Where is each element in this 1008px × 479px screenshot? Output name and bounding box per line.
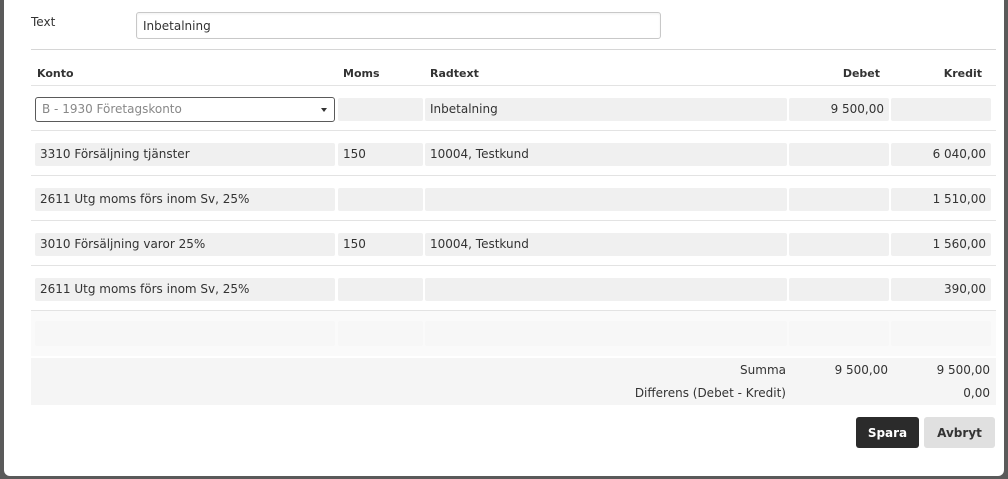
table-row: 2611 Utg moms förs inom Sv, 25% 1 510,00 [31, 176, 996, 221]
moms-field[interactable]: 150 [338, 143, 423, 166]
voucher-rows-grid: Konto Moms Radtext Debet Kredit B - 1930… [31, 62, 996, 356]
table-row: 2611 Utg moms förs inom Sv, 25% 390,00 [31, 266, 996, 311]
column-header-debet: Debet [842, 67, 880, 80]
differens-label: Differens (Debet - Kredit) [634, 386, 786, 400]
divider [31, 49, 996, 50]
kredit-field[interactable]: 1 560,00 [891, 233, 991, 256]
chevron-down-icon [321, 108, 327, 112]
summa-debet-value: 9 500,00 [834, 363, 888, 377]
konto-select[interactable]: B - 1930 Företagskonto [35, 97, 335, 122]
kredit-field[interactable] [891, 98, 991, 121]
summary-panel: Summa 9 500,00 9 500,00 Differens (Debet… [31, 358, 996, 405]
column-header-moms: Moms [343, 67, 380, 80]
radtext-field[interactable] [425, 188, 787, 211]
kredit-field[interactable]: 6 040,00 [891, 143, 991, 166]
debet-field[interactable] [789, 233, 889, 256]
table-row: 3010 Försäljning varor 25% 150 10004, Te… [31, 221, 996, 266]
debet-field[interactable] [789, 321, 889, 346]
konto-field[interactable]: 2611 Utg moms förs inom Sv, 25% [35, 188, 335, 211]
moms-field[interactable] [338, 321, 423, 346]
radtext-field[interactable]: 10004, Testkund [425, 143, 787, 166]
summa-kredit-value: 9 500,00 [936, 363, 990, 377]
radtext-field[interactable] [425, 321, 787, 346]
debet-field[interactable]: 9 500,00 [789, 98, 889, 121]
text-row: Text [4, 0, 1004, 48]
konto-field[interactable]: 2611 Utg moms förs inom Sv, 25% [35, 278, 335, 301]
text-label: Text [31, 15, 56, 29]
moms-field[interactable] [338, 278, 423, 301]
kredit-field[interactable] [891, 321, 991, 346]
moms-field[interactable]: 150 [338, 233, 423, 256]
moms-field[interactable] [338, 188, 423, 211]
grid-header: Konto Moms Radtext Debet Kredit [31, 62, 996, 86]
kredit-field[interactable]: 390,00 [891, 278, 991, 301]
voucher-dialog: Text Konto Moms Radtext Debet Kredit B -… [4, 0, 1004, 476]
debet-field[interactable] [789, 188, 889, 211]
summa-row: Summa 9 500,00 9 500,00 [31, 361, 996, 381]
debet-field[interactable] [789, 143, 889, 166]
column-header-radtext: Radtext [430, 67, 479, 80]
konto-field[interactable]: 3010 Försäljning varor 25% [35, 233, 335, 256]
radtext-field[interactable]: 10004, Testkund [425, 233, 787, 256]
cancel-button[interactable]: Avbryt [924, 417, 995, 448]
radtext-field[interactable]: Inbetalning [425, 98, 787, 121]
column-header-konto: Konto [37, 67, 74, 80]
table-row: B - 1930 Företagskonto Inbetalning 9 500… [31, 86, 996, 131]
differens-row: Differens (Debet - Kredit) 0,00 [31, 384, 996, 404]
save-button[interactable]: Spara [856, 417, 919, 448]
summa-label: Summa [740, 363, 786, 377]
debet-field[interactable] [789, 278, 889, 301]
table-row: 3310 Försäljning tjänster 150 10004, Tes… [31, 131, 996, 176]
konto-select-value: B - 1930 Företagskonto [42, 102, 182, 116]
empty-new-row [31, 311, 996, 356]
kredit-field[interactable]: 1 510,00 [891, 188, 991, 211]
konto-field[interactable] [35, 321, 335, 346]
column-header-kredit: Kredit [943, 67, 982, 80]
konto-field[interactable]: 3310 Försäljning tjänster [35, 143, 335, 166]
text-input[interactable] [136, 12, 661, 39]
radtext-field[interactable] [425, 278, 787, 301]
moms-field[interactable] [338, 98, 423, 121]
differens-value: 0,00 [963, 386, 990, 400]
